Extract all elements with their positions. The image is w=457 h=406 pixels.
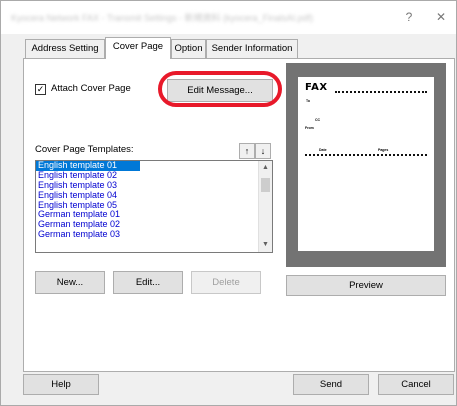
preview-page: FAX To CC From Date Pages [298, 77, 434, 251]
preview-fax-title: FAX [305, 82, 328, 93]
new-template-button[interactable]: New... [35, 271, 105, 294]
scroll-thumb[interactable] [261, 178, 270, 192]
list-item[interactable]: German template 03 [36, 229, 272, 240]
attach-cover-page-label: Attach Cover Page [51, 83, 131, 94]
send-button[interactable]: Send [293, 374, 369, 395]
templates-label: Cover Page Templates: [35, 144, 134, 155]
tab-address-setting[interactable]: Address Setting [25, 39, 105, 58]
cover-page-preview: FAX To CC From Date Pages [286, 63, 446, 267]
tab-cover-page[interactable]: Cover Page [105, 37, 171, 59]
title-bar: Kyocera Network FAX - Transmit Settings … [1, 1, 456, 34]
transmit-settings-dialog: Kyocera Network FAX - Transmit Settings … [0, 0, 457, 406]
highlight-circle [158, 71, 282, 107]
templates-listbox[interactable]: English template 01 English template 02 … [35, 160, 273, 253]
preview-button[interactable]: Preview [286, 275, 446, 296]
close-icon[interactable]: ✕ [426, 7, 456, 27]
edit-template-button[interactable]: Edit... [113, 271, 183, 294]
scroll-down-icon[interactable]: ▼ [259, 239, 272, 251]
tab-sender-information[interactable]: Sender Information [206, 39, 298, 58]
preview-pages-label: Pages [378, 148, 389, 152]
preview-from-label: From [305, 126, 314, 130]
cover-page-panel: ✓ Attach Cover Page Edit Message... Cove… [23, 58, 455, 372]
help-button[interactable]: Help [23, 374, 99, 395]
preview-cc-label: CC [315, 118, 321, 122]
move-up-button[interactable]: ↑ [239, 143, 255, 159]
move-down-button[interactable]: ↓ [255, 143, 271, 159]
help-icon[interactable]: ? [394, 7, 424, 27]
preview-to-label: To [306, 99, 311, 103]
delete-template-button[interactable]: Delete [191, 271, 261, 294]
attach-cover-page-checkbox[interactable]: ✓ [35, 84, 46, 95]
templates-scrollbar[interactable]: ▲ ▼ [258, 161, 272, 252]
preview-date-label: Date [319, 148, 327, 152]
tab-option[interactable]: Option [171, 39, 206, 58]
scroll-up-icon[interactable]: ▲ [259, 162, 272, 174]
cancel-button[interactable]: Cancel [378, 374, 454, 395]
preview-rule [335, 91, 427, 93]
preview-rule [305, 154, 427, 156]
window-title: Kyocera Network FAX - Transmit Settings … [11, 13, 314, 23]
